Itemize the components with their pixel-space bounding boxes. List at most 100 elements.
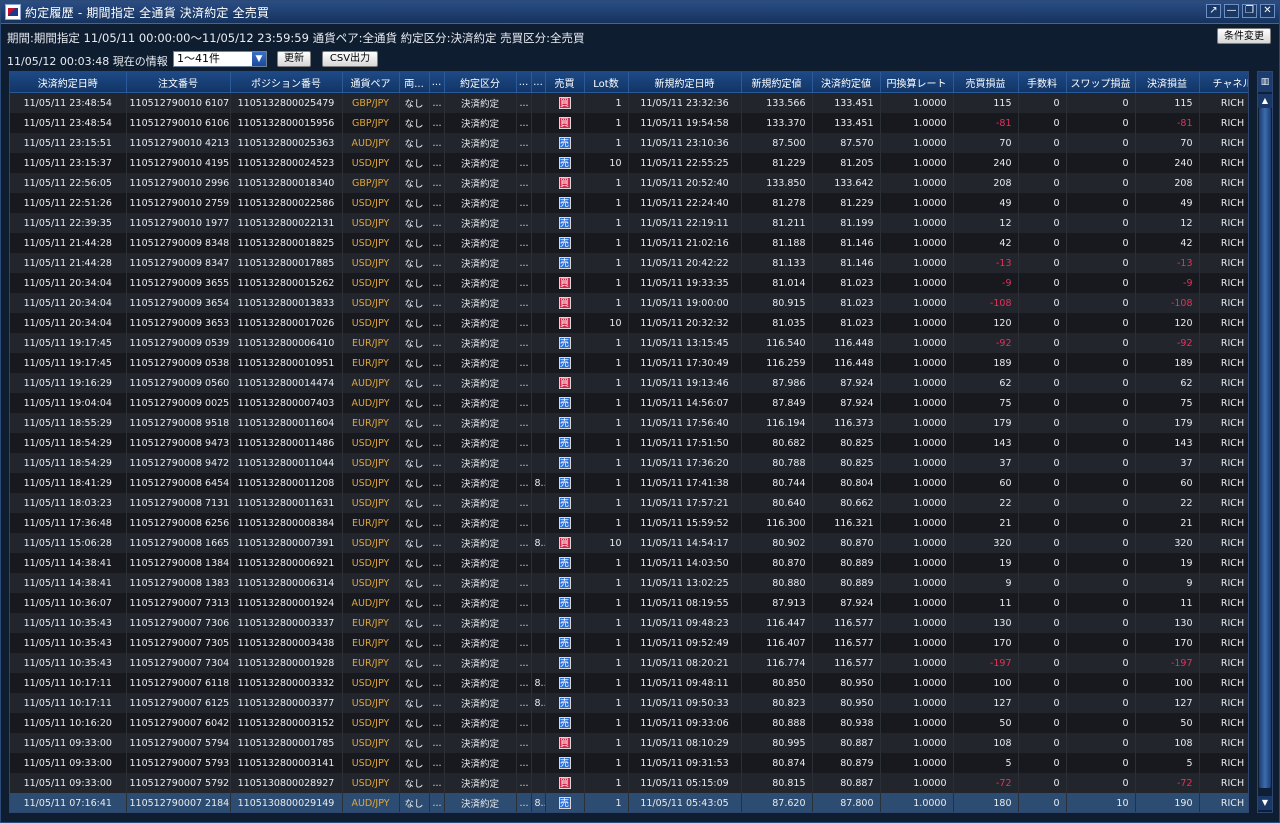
table-row[interactable]: 11/05/11 23:48:54 110512790010 6106 110513… (10, 113, 1248, 133)
scroll-up-icon[interactable]: ▲ (1258, 94, 1272, 108)
cell-close-time: 11/05/11 10:35:43 (10, 653, 127, 673)
table-row[interactable]: 11/05/11 14:38:41 110512790008 1384 110513… (10, 553, 1248, 573)
cell-channel: RICH (1199, 753, 1248, 773)
column-header[interactable]: 手数料 (1018, 72, 1067, 93)
table-row[interactable]: 11/05/11 10:35:43 110512790007 7306 110513… (10, 613, 1248, 633)
table-row[interactable]: 11/05/11 19:17:45 110512790009 0539 110513… (10, 333, 1248, 353)
popout-icon[interactable]: ↗ (1206, 4, 1221, 18)
table-row[interactable]: 11/05/11 18:03:23 110512790008 7131 110513… (10, 493, 1248, 513)
column-header[interactable]: 円換算レート (880, 72, 954, 93)
chevron-down-icon[interactable]: ▼ (252, 52, 266, 66)
cell-rate: 1.0000 (880, 553, 954, 573)
cell-settle: 37 (1135, 453, 1200, 473)
table-row[interactable]: 11/05/11 23:15:37 110512790010 4195 110513… (10, 153, 1248, 173)
table-row[interactable]: 11/05/11 14:38:41 110512790008 1383 110513… (10, 573, 1248, 593)
sell-badge: 売 (558, 437, 571, 449)
table-row[interactable]: 11/05/11 21:44:28 110512790009 8347 110513… (10, 253, 1248, 273)
column-header[interactable]: 決済約定日時 (10, 72, 127, 93)
cell-order: 110512790010 1977 (126, 213, 231, 233)
table-row[interactable]: 11/05/11 22:39:35 110512790010 1977 110513… (10, 213, 1248, 233)
table-row[interactable]: 11/05/11 09:33:00 110512790007 5793 110513… (10, 753, 1248, 773)
column-settings-icon[interactable]: ▥ (1258, 72, 1272, 92)
cell-kind: 決済約定 (444, 593, 517, 613)
column-header[interactable]: 約定区分 (444, 72, 517, 93)
table-row[interactable]: 11/05/11 19:04:04 110512790009 0025 110513… (10, 393, 1248, 413)
column-header[interactable]: ... (531, 72, 546, 93)
column-header[interactable]: チャネル (1199, 72, 1248, 93)
table-row[interactable]: 11/05/11 23:15:51 110512790010 4213 110513… (10, 133, 1248, 153)
table-row[interactable]: 11/05/11 09:33:00 110512790007 5792 110513… (10, 773, 1248, 793)
cell-position: 1105132800011604 (230, 413, 343, 433)
cell-position: 1105132800017026 (230, 313, 343, 333)
cell-c5: ... (429, 673, 445, 693)
column-header[interactable]: 売買 (545, 72, 585, 93)
column-header[interactable]: ... (516, 72, 532, 93)
table-row[interactable]: 11/05/11 19:16:29 110512790009 0560 110513… (10, 373, 1248, 393)
table-row[interactable]: 11/05/11 10:16:20 110512790007 6042 110513… (10, 713, 1248, 733)
cell-c7: ... (516, 173, 532, 193)
table-row[interactable]: 11/05/11 18:54:29 110512790008 9472 110513… (10, 453, 1248, 473)
title-bar[interactable]: 約定履歴 - 期間指定 全通貨 決済約定 全売買 ↗ — ❐ ✕ (1, 1, 1279, 24)
cell-pair: USD/JPY (342, 293, 400, 313)
cell-position: 1105132800022586 (230, 193, 343, 213)
table-row[interactable]: 11/05/11 07:16:41 110512790007 2184 110513… (10, 793, 1248, 812)
table-row[interactable]: 11/05/11 18:41:29 110512790008 6454 110513… (10, 473, 1248, 493)
refresh-button[interactable]: 更新 (277, 51, 311, 67)
column-header[interactable]: ポジション番号 (230, 72, 343, 93)
cell-open-time: 11/05/11 22:55:25 (628, 153, 742, 173)
range-select[interactable]: 1～41件 ▼ (173, 51, 267, 67)
table-row[interactable]: 11/05/11 15:06:28 110512790008 1665 110513… (10, 533, 1248, 553)
close-button[interactable]: ✕ (1260, 4, 1275, 18)
table-row[interactable]: 11/05/11 10:17:11 110512790007 6125 110513… (10, 693, 1248, 713)
table-row[interactable]: 11/05/11 09:33:00 110512790007 5794 110513… (10, 733, 1248, 753)
table-row[interactable]: 11/05/11 18:55:29 110512790008 9518 110513… (10, 413, 1248, 433)
table-row[interactable]: 11/05/11 20:34:04 110512790009 3655 110513… (10, 273, 1248, 293)
table-row[interactable]: 11/05/11 10:36:07 110512790007 7313 110513… (10, 593, 1248, 613)
scroll-down-icon[interactable]: ▼ (1258, 796, 1272, 810)
table-row[interactable]: 11/05/11 20:34:04 110512790009 3653 110513… (10, 313, 1248, 333)
column-header[interactable]: 決済損益 (1135, 72, 1200, 93)
cell-c8 (531, 273, 546, 293)
vertical-scrollbar[interactable]: ▥ ▲ ▼ (1257, 71, 1273, 813)
table-row[interactable]: 11/05/11 19:17:45 110512790009 0538 110513… (10, 353, 1248, 373)
cell-both: なし (399, 393, 430, 413)
cell-position: 1105132800015956 (230, 113, 343, 133)
cell-c5: ... (429, 373, 445, 393)
column-header[interactable]: ... (429, 72, 445, 93)
cell-position: 1105130800029149 (230, 793, 343, 812)
table-row[interactable]: 11/05/11 20:34:04 110512790009 3654 110513… (10, 293, 1248, 313)
cell-swap: 0 (1066, 433, 1136, 453)
cell-c5: ... (429, 453, 445, 473)
table-row[interactable]: 11/05/11 17:36:48 110512790008 6256 110513… (10, 513, 1248, 533)
table-row[interactable]: 11/05/11 21:44:28 110512790009 8348 110513… (10, 233, 1248, 253)
table-row[interactable]: 11/05/11 23:48:54 110512790010 6107 110513… (10, 92, 1248, 113)
column-header[interactable]: スワップ損益 (1066, 72, 1136, 93)
cell-close-price: 87.800 (812, 793, 881, 812)
column-header[interactable]: Lot数 (584, 72, 629, 93)
table-row[interactable]: 11/05/11 10:35:43 110512790007 7305 110513… (10, 633, 1248, 653)
range-select-value: 1～41件 (177, 52, 220, 65)
change-conditions-button[interactable]: 条件変更 (1217, 28, 1271, 44)
column-header[interactable]: 売買損益 (953, 72, 1019, 93)
table-row[interactable]: 11/05/11 18:54:29 110512790008 9473 110513… (10, 433, 1248, 453)
table-row[interactable]: 11/05/11 10:35:43 110512790007 7304 110513… (10, 653, 1248, 673)
column-header[interactable]: 通貨ペア (342, 72, 400, 93)
cell-side: 買 (545, 533, 585, 553)
table-row[interactable]: 11/05/11 22:56:05 110512790010 2996 110513… (10, 173, 1248, 193)
minimize-button[interactable]: — (1224, 4, 1239, 18)
column-header[interactable]: 新規約定日時 (628, 72, 742, 93)
table-row[interactable]: 11/05/11 10:17:11 110512790007 6118 110513… (10, 673, 1248, 693)
column-header[interactable]: 新規約定値 (741, 72, 813, 93)
column-header[interactable]: 注文番号 (126, 72, 231, 93)
csv-export-button[interactable]: CSV出力 (322, 51, 378, 67)
table-row[interactable]: 11/05/11 22:51:26 110512790010 2759 110513… (10, 193, 1248, 213)
cell-rate: 1.0000 (880, 193, 954, 213)
cell-open-price: 81.133 (741, 253, 813, 273)
sell-badge: 売 (558, 337, 571, 349)
cell-lot: 1 (584, 92, 629, 113)
column-header[interactable]: 決済約定値 (812, 72, 881, 93)
cell-c8 (531, 773, 546, 793)
maximize-button[interactable]: ❐ (1242, 4, 1257, 18)
column-header[interactable]: 両... (399, 72, 430, 93)
scroll-thumb[interactable] (1259, 108, 1271, 788)
